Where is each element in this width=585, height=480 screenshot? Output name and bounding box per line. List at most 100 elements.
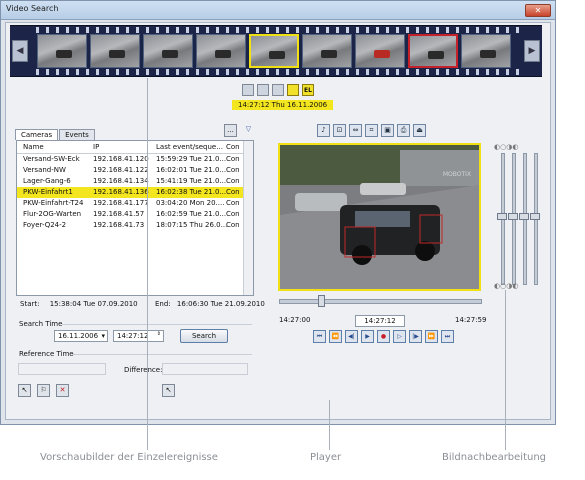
crop-icon[interactable]: ⌗	[365, 124, 378, 137]
contrast-icon: ◐○◑◐	[494, 282, 519, 290]
remove-reference-icon[interactable]: ✕	[56, 384, 69, 397]
thumbnail-frame[interactable]	[196, 34, 246, 68]
last-frame-button[interactable]: ⏭	[441, 330, 454, 343]
step-forward-button[interactable]: |▶	[409, 330, 422, 343]
strip-prev-button[interactable]: ◀	[12, 40, 28, 62]
column-header-ip[interactable]: IP	[93, 143, 99, 151]
difference-field	[162, 363, 248, 375]
callout-line-player	[329, 400, 330, 450]
table-row[interactable]: Flur-2OG-Warten 192.168.41.57 16:02:59 Tue…	[17, 209, 243, 220]
end-time: End: 16:06:30 Tue 21.09.2010	[155, 300, 265, 308]
fit-icon[interactable]: ⇔	[349, 124, 362, 137]
thumbnail-frame[interactable]	[90, 34, 140, 68]
table-row-selected[interactable]: PKW-Einfahrt1 192.168.41.136 16:02:38 Tue …	[17, 187, 243, 198]
callout-line-thumbnails	[147, 78, 148, 450]
add-reference-icon[interactable]: ⚐	[37, 384, 50, 397]
video-player-view[interactable]: MOBOTIX	[278, 143, 481, 291]
more-button[interactable]: ...	[224, 124, 237, 137]
player-toolbar: ♪ ⊡ ⇔ ⌗ ▣ ⎙ ⏏	[317, 124, 426, 137]
fast-rewind-button[interactable]: ⏪	[329, 330, 342, 343]
playback-slider[interactable]	[279, 299, 482, 304]
difference-label: Difference:	[124, 366, 163, 374]
el-button[interactable]: EL	[302, 84, 314, 96]
start-value: 15:38:04 Tue 07.09.2010	[49, 300, 138, 308]
thumbnail-frame[interactable]	[37, 34, 87, 68]
thumbnail-film-strip: ◀ ▶	[10, 25, 542, 77]
strip-next-button[interactable]: ▶	[524, 40, 540, 62]
image-adjust-panel: ◐○◑◐ ◐○◑◐	[494, 143, 540, 292]
caption-thumbnails: Vorschaubilder der Einzelereignisse	[40, 452, 218, 463]
window-title: Video Search	[6, 4, 59, 13]
table-row[interactable]: PKW-Einfahrt-T24 192.168.41.177 03:04:20 M…	[17, 198, 243, 209]
strip-toolbar: EL	[242, 84, 314, 96]
set-reference-icon[interactable]: ↖	[18, 384, 31, 397]
reference-time-field	[18, 363, 106, 375]
thumbnail-frame[interactable]	[302, 34, 352, 68]
dropdown-arrow-icon[interactable]: ▾	[101, 332, 105, 340]
search-time-label: Search Time	[19, 320, 63, 328]
strip-button[interactable]	[257, 84, 269, 96]
person-filter-button[interactable]	[287, 84, 299, 96]
caption-player: Player	[310, 452, 342, 463]
caption-postprocessing: Bildnachbearbeitung	[442, 452, 547, 463]
thumbnail-frame[interactable]	[461, 34, 511, 68]
save-icon[interactable]: ▣	[381, 124, 394, 137]
table-header: Name IP Last event/seque... Con	[17, 141, 243, 154]
start-time: Start: 15:38:04 Tue 07.09.2010	[20, 300, 138, 308]
thumbnail-frame-marked[interactable]	[408, 34, 458, 68]
time-end: 14:27:59	[455, 316, 487, 324]
table-row[interactable]: Foyer-Q24-2 192.168.41.73 18:07:15 Thu 26.…	[17, 220, 243, 231]
thumbnail-frame[interactable]	[143, 34, 193, 68]
camera-watermark: MOBOTIX	[442, 171, 471, 178]
saturation-knob[interactable]	[519, 213, 529, 220]
column-header-name[interactable]: Name	[23, 143, 44, 151]
end-label: End:	[155, 300, 171, 308]
table-scrollbar[interactable]	[243, 141, 253, 295]
tab-cameras[interactable]: Cameras	[15, 129, 59, 140]
fast-forward-button[interactable]: ⏩	[425, 330, 438, 343]
zoom-icon[interactable]: ⊡	[333, 124, 346, 137]
brightness-icon: ◐○◑◐	[494, 143, 519, 151]
table-row[interactable]: Versand-NW 192.168.41.122 16:02:01 Tue 21.…	[17, 165, 243, 176]
gamma-knob[interactable]	[530, 213, 540, 220]
film-perforation-bottom	[32, 69, 520, 75]
play-button[interactable]: ▷	[393, 330, 406, 343]
playback-slider-thumb[interactable]	[318, 295, 325, 307]
search-date-field[interactable]: 16.11.2006 ▾	[54, 330, 108, 342]
table-row[interactable]: Versand-SW-Eck 192.168.41.120 15:59:29 Tue…	[17, 154, 243, 165]
strip-timestamp: 14:27:12 Thu 16.11.2006	[232, 100, 334, 110]
playback-controls: ⏮ ⏪ ◀| ▶ ● ▷ |▶ ⏩ ⏭	[313, 330, 454, 343]
record-button[interactable]: ●	[377, 330, 390, 343]
search-time-field[interactable]: 14:27:12 ⇕	[113, 330, 164, 342]
filter-icon[interactable]: ▽	[242, 124, 255, 137]
play-backward-button[interactable]: ▶	[361, 330, 374, 343]
column-header-last-event[interactable]: Last event/seque...	[156, 143, 223, 151]
title-bar: Video Search ✕	[1, 1, 555, 20]
search-button[interactable]: Search	[180, 329, 228, 343]
time-current: 14:27:12	[355, 315, 405, 327]
eject-icon[interactable]: ⏏	[413, 124, 426, 137]
callout-line-postprocessing	[505, 290, 506, 450]
close-button[interactable]: ✕	[525, 4, 551, 17]
left-tabs: Cameras Events	[15, 129, 96, 140]
divider	[62, 324, 252, 325]
column-header-con[interactable]: Con	[226, 143, 240, 151]
strip-button[interactable]	[272, 84, 284, 96]
jump-reference-icon[interactable]: ↖	[162, 384, 175, 397]
first-frame-button[interactable]: ⏮	[313, 330, 326, 343]
table-rows: Versand-SW-Eck 192.168.41.120 15:59:29 Tue…	[17, 154, 243, 231]
thumbnail-frame[interactable]	[355, 34, 405, 68]
table-row[interactable]: Lager-Gang-6 192.168.41.134 15:41:19 Tue 2…	[17, 176, 243, 187]
brightness-knob[interactable]	[497, 213, 507, 220]
thumbnail-frame-selected[interactable]	[249, 34, 299, 68]
spin-icon[interactable]: ⇕	[157, 331, 161, 337]
print-icon[interactable]: ⎙	[397, 124, 410, 137]
time-start: 14:27:00	[279, 316, 311, 324]
tab-events[interactable]: Events	[59, 129, 95, 140]
contrast-knob[interactable]	[508, 213, 518, 220]
reference-time-label: Reference Time	[19, 350, 74, 358]
speaker-icon[interactable]: ♪	[317, 124, 330, 137]
strip-button[interactable]	[242, 84, 254, 96]
start-label: Start:	[20, 300, 40, 308]
step-back-button[interactable]: ◀|	[345, 330, 358, 343]
